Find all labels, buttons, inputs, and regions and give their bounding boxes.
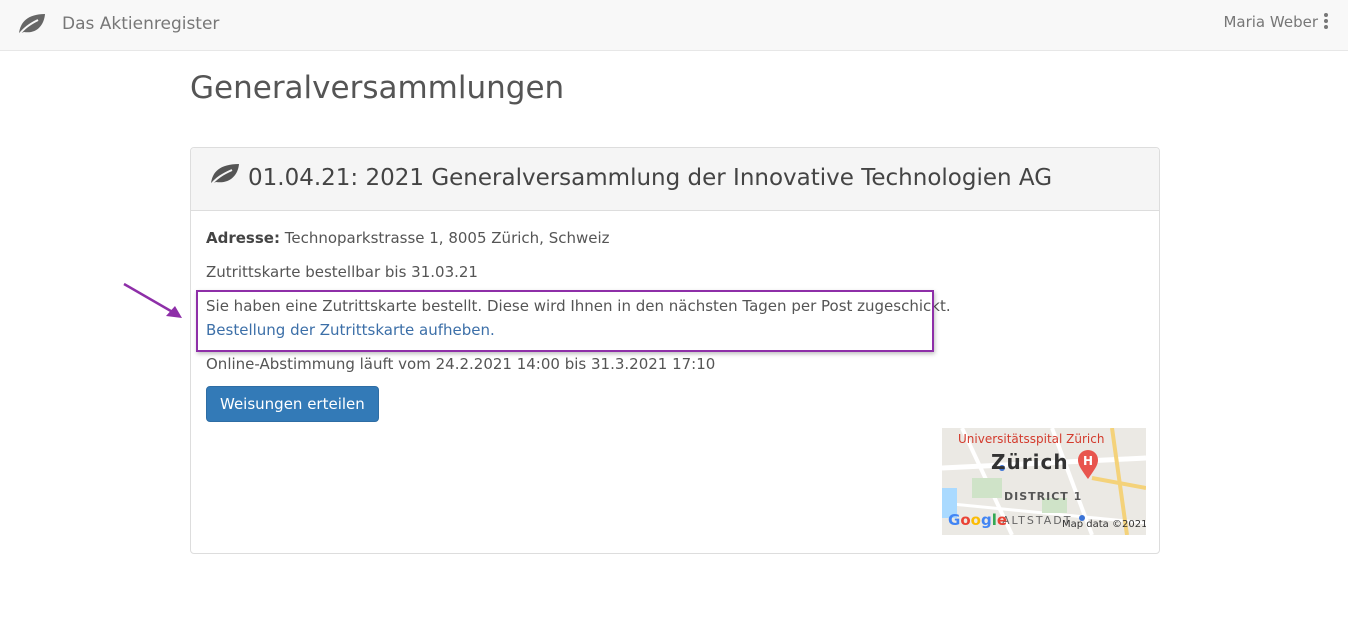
event-panel-heading: 01.04.21: 2021 Generalversammlung der In… <box>191 148 1159 211</box>
kebab-menu-icon[interactable] <box>1322 13 1330 33</box>
page-title: Generalversammlungen <box>190 70 565 106</box>
address-value: Technoparkstrasse 1, 8005 Zürich, Schwei… <box>284 229 610 247</box>
address-line: Adresse: Technoparkstrasse 1, 8005 Züric… <box>206 229 610 247</box>
map-credit: Map data ©2021 <box>1062 519 1146 530</box>
map-city-label: Zürich <box>991 450 1069 474</box>
cancel-ticket-link[interactable]: Bestellung der Zutrittskarte aufheben. <box>206 321 495 339</box>
map-district-label: DISTRICT 1 <box>1004 490 1083 503</box>
google-logo: Google <box>948 511 1008 529</box>
svg-text:H: H <box>1083 454 1093 468</box>
brand-name[interactable]: Das Aktienregister <box>62 14 219 34</box>
ticket-ordered-notice: Sie haben eine Zutrittskarte bestellt. D… <box>206 297 951 315</box>
annotation-arrow-icon <box>123 282 182 318</box>
event-panel: 01.04.21: 2021 Generalversammlung der In… <box>190 147 1160 554</box>
online-voting-period: Online-Abstimmung läuft vom 24.2.2021 14… <box>206 355 716 373</box>
hospital-pin-icon: H <box>1078 450 1098 479</box>
user-menu-name[interactable]: Maria Weber <box>1223 13 1318 31</box>
leaf-icon[interactable] <box>16 10 48 38</box>
location-map[interactable]: H Universitätsspital Zürich Zürich DISTR… <box>942 428 1146 535</box>
address-label: Adresse: <box>206 229 280 247</box>
ticket-deadline: Zutrittskarte bestellbar bis 31.03.21 <box>206 263 478 281</box>
top-navbar: Das Aktienregister Maria Weber <box>0 0 1348 51</box>
give-instructions-button[interactable]: Weisungen erteilen <box>206 386 379 422</box>
leaf-icon <box>209 164 239 187</box>
map-hospital-label: Universitätsspital Zürich <box>958 432 1105 446</box>
event-title: 01.04.21: 2021 Generalversammlung der In… <box>248 165 1053 191</box>
